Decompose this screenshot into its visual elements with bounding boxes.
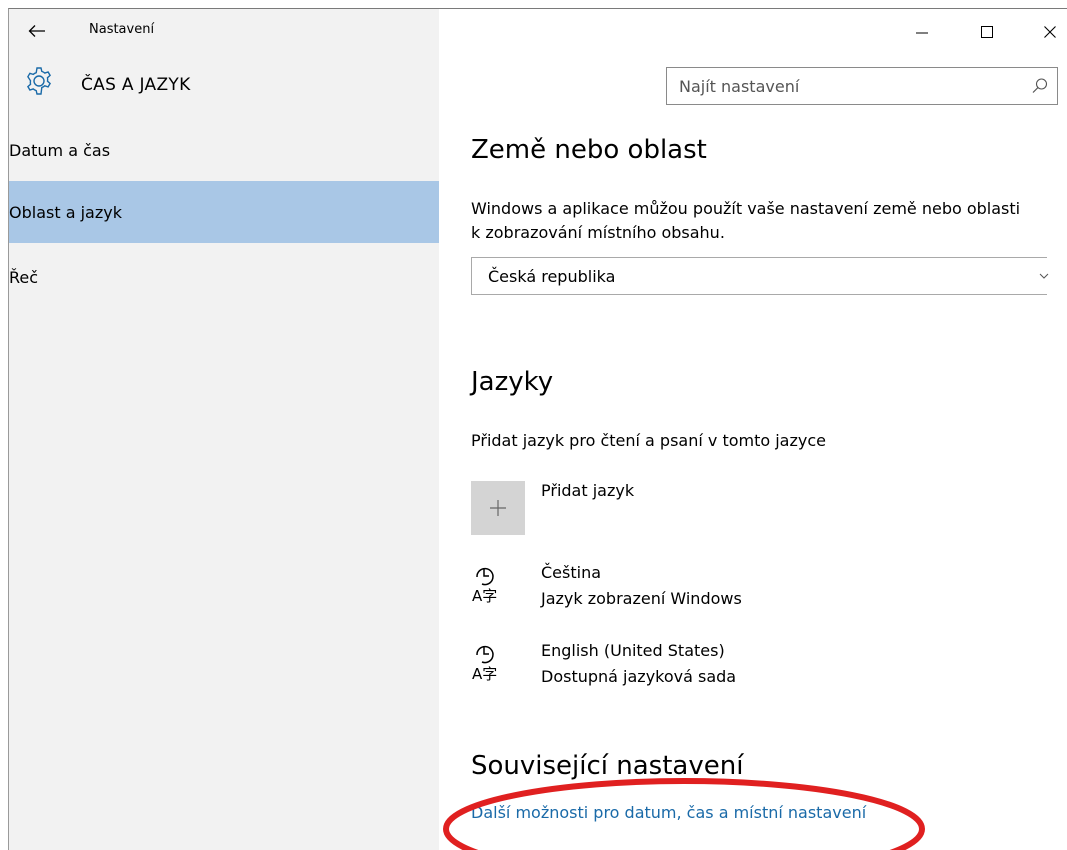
language-icon[interactable]: A字 xyxy=(471,641,511,681)
sidebar-item-datum-a-cas[interactable]: Datum a čas xyxy=(9,119,439,181)
country-select[interactable]: Česká republika xyxy=(471,257,1049,295)
add-language-label[interactable]: Přidat jazyk xyxy=(541,481,634,500)
language-status: Jazyk zobrazení Windows xyxy=(541,589,742,608)
sidebar-item-label: Datum a čas xyxy=(9,140,111,160)
gear-icon xyxy=(27,67,51,95)
plus-icon xyxy=(490,500,506,516)
related-heading: Související nastavení xyxy=(471,751,744,781)
svg-text:A字: A字 xyxy=(472,665,497,681)
title-bar: Nastavení xyxy=(9,9,1067,53)
sidebar-item-label: Oblast a jazyk xyxy=(9,202,122,222)
languages-description: Přidat jazyk pro čtení a psaní v tomto j… xyxy=(471,431,826,450)
minimize-icon xyxy=(916,32,928,34)
language-status: Dostupná jazyková sada xyxy=(541,667,737,686)
minimize-button[interactable] xyxy=(899,17,945,47)
sidebar-item-rec[interactable]: Řeč xyxy=(9,246,439,308)
maximize-icon xyxy=(981,26,993,38)
close-button[interactable] xyxy=(1027,17,1067,47)
country-select-value: Česká republika xyxy=(488,267,616,286)
search-icon[interactable] xyxy=(1031,77,1049,95)
search-input[interactable] xyxy=(667,68,1019,104)
back-button[interactable] xyxy=(21,17,53,45)
more-date-time-region-link[interactable]: Další možnosti pro datum, čas a místní n… xyxy=(471,803,866,822)
app-title: Nastavení xyxy=(89,22,155,37)
languages-heading: Jazyky xyxy=(471,367,554,397)
settings-window: Nastavení ČAS A JAZYK Najít nastavení Da… xyxy=(8,8,1067,850)
screenshot-top-strip xyxy=(0,0,1067,8)
language-icon[interactable]: A字 xyxy=(471,563,511,603)
search-box[interactable] xyxy=(666,67,1058,105)
page-title: ČAS A JAZYK xyxy=(81,75,191,95)
svg-text:A字: A字 xyxy=(472,587,497,603)
region-heading: Země nebo oblast xyxy=(471,135,707,165)
maximize-button[interactable] xyxy=(964,17,1010,47)
sidebar-item-label: Řeč xyxy=(9,267,39,287)
close-icon xyxy=(1044,26,1056,38)
language-name[interactable]: English (United States) xyxy=(541,641,725,660)
sidebar-item-oblast-a-jazyk[interactable]: Oblast a jazyk xyxy=(9,181,439,243)
back-arrow-icon xyxy=(28,25,45,37)
region-description: Windows a aplikace můžou použít vaše nas… xyxy=(471,199,1021,242)
language-name[interactable]: Čeština xyxy=(541,563,601,582)
add-language-button[interactable] xyxy=(471,481,525,535)
chevron-down-icon xyxy=(1039,273,1049,279)
